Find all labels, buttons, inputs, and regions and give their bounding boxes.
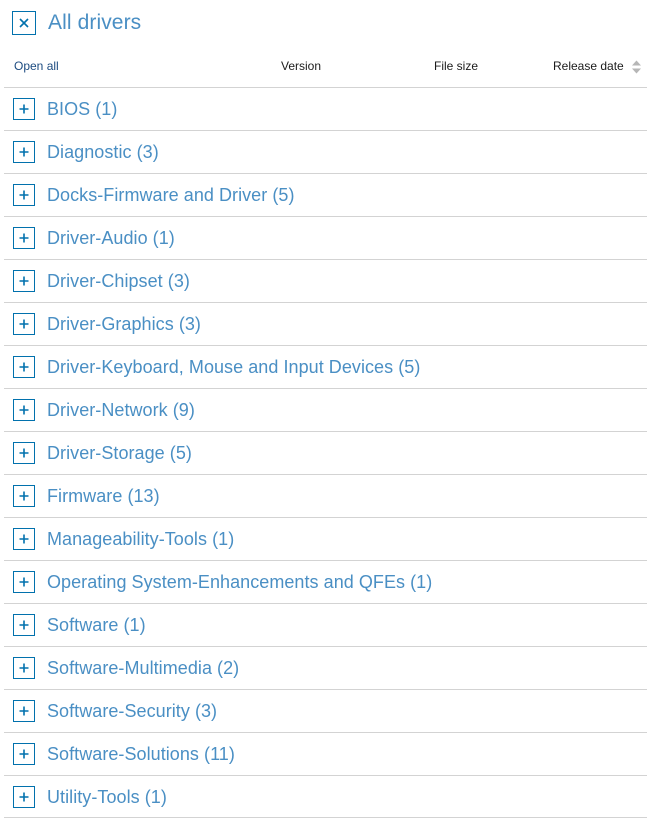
plus-icon[interactable] — [13, 227, 35, 249]
category-label[interactable]: Utility-Tools (1) — [47, 786, 167, 808]
table-row[interactable]: BIOS (1) — [4, 87, 647, 130]
column-header-release-date-label: Release date — [553, 59, 624, 73]
plus-icon[interactable] — [13, 700, 35, 722]
column-header-version: Version — [281, 59, 322, 73]
table-row[interactable]: Driver-Audio (1) — [4, 216, 647, 259]
plus-icon[interactable] — [13, 313, 35, 335]
page-title: All drivers — [48, 10, 142, 34]
table-row[interactable]: Docks-Firmware and Driver (5) — [4, 173, 647, 216]
table-row[interactable]: Driver-Chipset (3) — [4, 259, 647, 302]
plus-icon[interactable] — [13, 614, 35, 636]
table-row[interactable]: Software-Security (3) — [4, 689, 647, 732]
column-header-file-size: File size — [434, 59, 479, 73]
category-label[interactable]: Manageability-Tools (1) — [47, 528, 234, 550]
category-label[interactable]: Operating System-Enhancements and QFEs (… — [47, 571, 432, 593]
table-row[interactable]: Firmware (13) — [4, 474, 647, 517]
column-header-release-date[interactable]: Release date — [553, 59, 642, 74]
table-row[interactable]: Utility-Tools (1) — [4, 775, 647, 818]
plus-icon[interactable] — [13, 399, 35, 421]
plus-icon[interactable] — [13, 785, 35, 808]
close-button[interactable] — [12, 10, 36, 35]
plus-icon[interactable] — [13, 270, 35, 292]
plus-icon[interactable] — [13, 184, 35, 206]
category-label[interactable]: Firmware (13) — [47, 485, 160, 507]
plus-icon[interactable] — [13, 141, 35, 163]
category-label[interactable]: Driver-Network (9) — [47, 399, 195, 421]
plus-icon[interactable] — [13, 528, 35, 550]
category-label[interactable]: Software-Multimedia (2) — [47, 657, 239, 679]
category-label[interactable]: Driver-Storage (5) — [47, 442, 192, 464]
table-row[interactable]: Software-Multimedia (2) — [4, 646, 647, 689]
table-row[interactable]: Manageability-Tools (1) — [4, 517, 647, 560]
panel-header: All drivers — [0, 0, 651, 35]
category-label[interactable]: Driver-Graphics (3) — [47, 313, 201, 335]
category-label[interactable]: Software (1) — [47, 614, 146, 636]
table-row[interactable]: Software (1) — [4, 603, 647, 646]
driver-category-list: BIOS (1) Diagnostic (3) Docks-Firmware a… — [4, 87, 647, 818]
table-row[interactable]: Software-Solutions (11) — [4, 732, 647, 775]
category-label[interactable]: Diagnostic (3) — [47, 141, 159, 163]
category-label[interactable]: Docks-Firmware and Driver (5) — [47, 184, 294, 206]
category-label[interactable]: Software-Security (3) — [47, 700, 217, 722]
table-row[interactable]: Driver-Keyboard, Mouse and Input Devices… — [4, 345, 647, 388]
plus-icon[interactable] — [13, 657, 35, 679]
category-label[interactable]: Software-Solutions (11) — [47, 743, 235, 765]
plus-icon[interactable] — [13, 356, 35, 378]
plus-icon[interactable] — [13, 743, 35, 765]
table-row[interactable]: Diagnostic (3) — [4, 130, 647, 173]
plus-icon[interactable] — [13, 485, 35, 507]
category-label[interactable]: Driver-Keyboard, Mouse and Input Devices… — [47, 356, 420, 378]
table-row[interactable]: Driver-Network (9) — [4, 388, 647, 431]
table-row[interactable]: Driver-Storage (5) — [4, 431, 647, 474]
open-all-link[interactable]: Open all — [14, 59, 59, 73]
category-label[interactable]: Driver-Chipset (3) — [47, 270, 190, 292]
table-row[interactable]: Operating System-Enhancements and QFEs (… — [4, 560, 647, 603]
plus-icon[interactable] — [13, 571, 35, 593]
sort-updown-icon[interactable] — [631, 60, 642, 74]
close-x-icon — [18, 17, 30, 29]
plus-icon[interactable] — [13, 442, 35, 464]
category-label[interactable]: Driver-Audio (1) — [47, 227, 175, 249]
all-drivers-panel: All drivers Open all Version File size R… — [0, 0, 651, 821]
plus-icon[interactable] — [13, 98, 35, 120]
table-column-header: Open all Version File size Release date — [0, 51, 651, 87]
table-row[interactable]: Driver-Graphics (3) — [4, 302, 647, 345]
category-label[interactable]: BIOS (1) — [47, 98, 117, 120]
